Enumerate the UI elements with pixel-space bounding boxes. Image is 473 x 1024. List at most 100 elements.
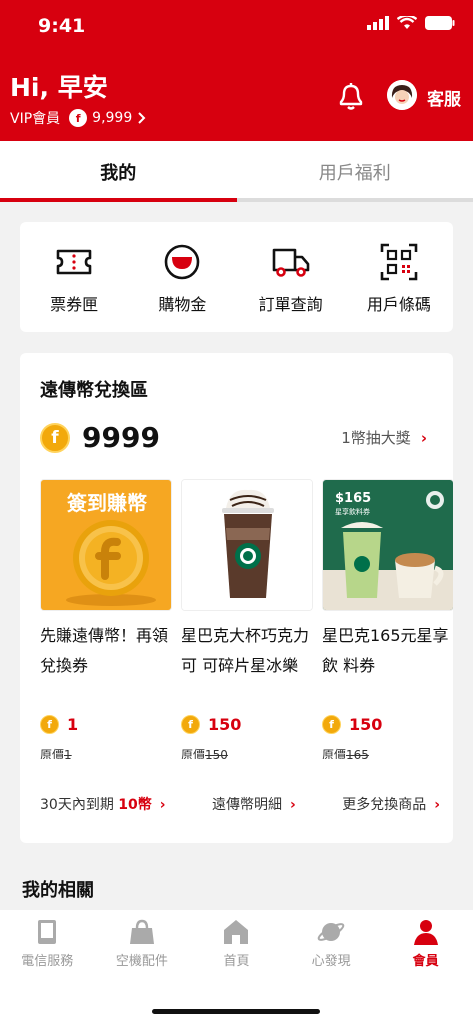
- quick-action-barcode[interactable]: 用戶條碼: [345, 222, 453, 332]
- coin-details-label: 遠傳幣明細: [211, 797, 282, 813]
- lottery-link[interactable]: 1幣抽大獎 ›: [341, 427, 427, 448]
- avatar[interactable]: [387, 80, 417, 110]
- chevron-right-icon: ›: [434, 797, 440, 813]
- original-price-label: 原價: [40, 748, 65, 759]
- original-price-value: 1: [64, 748, 72, 759]
- original-price: 原價1: [40, 746, 172, 759]
- truck-icon: [272, 248, 309, 277]
- tab-mine[interactable]: 我的: [0, 141, 237, 202]
- tab-user-benefits[interactable]: 用戶福利: [237, 141, 473, 202]
- vip-coin-link[interactable]: VIP會員 f 9,999: [10, 108, 146, 128]
- status-icons: [367, 16, 455, 30]
- nav-label: 電信服務: [21, 954, 74, 969]
- qr-code-icon: [380, 243, 418, 281]
- nav-discover[interactable]: 心發現: [284, 910, 379, 980]
- product-image: [181, 479, 313, 611]
- product-card[interactable]: 星巴克大杯巧克力可 可碎片星冰樂 f 150 原價150: [181, 479, 313, 759]
- voucher-caption: 星享飲料券: [335, 507, 370, 516]
- product-image: 簽到賺幣: [40, 479, 172, 611]
- more-products-link[interactable]: 更多兌換商品 ›: [342, 794, 440, 814]
- original-price-label: 原價: [181, 748, 206, 759]
- wifi-icon: [397, 16, 417, 29]
- voucher-price-tag: $165: [335, 491, 371, 506]
- product-name: 星巴克165元星享飲 料券: [322, 626, 449, 675]
- planet-icon: [317, 923, 345, 941]
- price-value: 1: [67, 715, 79, 734]
- price-value: 150: [208, 715, 242, 734]
- nav-label: 空機配件: [115, 954, 168, 969]
- nav-devices-accessories[interactable]: 空機配件: [95, 910, 190, 980]
- quick-action-label: 訂單查詢: [258, 295, 323, 314]
- active-tab-indicator: [0, 198, 237, 202]
- signal-icon: [367, 16, 389, 30]
- battery-icon: [425, 16, 455, 30]
- exchange-title: 遠傳幣兌換區: [40, 380, 148, 401]
- exchange-links: 30天內到期 10幣 › 遠傳幣明細 › 更多兌換商品 ›: [40, 794, 440, 814]
- quick-actions-card: 票券匣 購物金 訂單查詢 用戶條碼: [20, 222, 453, 332]
- shopping-credit-icon: [165, 244, 200, 280]
- coin-promo-image: 簽到賺幣: [41, 480, 171, 610]
- price-value: 150: [349, 715, 383, 734]
- coin-icon: f: [40, 715, 59, 734]
- service-button[interactable]: 客服: [427, 85, 461, 110]
- bottom-nav: 電信服務 空機配件 首頁 心發現 會員: [0, 910, 473, 1024]
- exchange-balance-value: 9999: [82, 421, 160, 454]
- frappuccino-image: [182, 480, 312, 610]
- product-card[interactable]: 簽到賺幣 先賺遠傳幣！再領兌換券 f 1 原價1: [40, 479, 172, 759]
- tab-bar: 我的 用戶福利: [0, 141, 473, 202]
- expiring-coins-link[interactable]: 30天內到期 10幣 ›: [40, 794, 166, 814]
- nav-label: 心發現: [311, 954, 351, 969]
- original-price-value: 165: [346, 748, 369, 759]
- header: 9:41 Hi, 早安 VIP會員 f 9,999 客服: [0, 0, 473, 141]
- chevron-right-icon: [138, 112, 146, 124]
- related-section-title: 我的相關: [22, 880, 94, 901]
- original-price: 原價150: [181, 746, 313, 759]
- quick-action-label: 購物金: [158, 295, 207, 314]
- coin-details-link[interactable]: 遠傳幣明細 ›: [212, 794, 296, 814]
- coin-balance: 9,999: [92, 110, 133, 126]
- coin-exchange-card: 遠傳幣兌換區 f 9999 1幣抽大獎 › 簽到賺幣 先賺遠傳幣！再領兌換券 f…: [20, 353, 453, 843]
- product-name: 先賺遠傳幣！再領兌換券: [40, 626, 169, 675]
- status-time: 9:41: [38, 15, 86, 37]
- product-price: f 1: [40, 715, 172, 734]
- quick-action-label: 用戶條碼: [366, 295, 431, 314]
- vip-label: VIP會員: [10, 111, 61, 127]
- avatar-face-icon: [387, 80, 417, 110]
- quick-action-label: 票券匣: [50, 295, 99, 314]
- greeting: Hi, 早安: [10, 73, 108, 102]
- product-card[interactable]: $165 星享飲料券 星巴克165元星享飲 料券 f 150 原價165: [322, 479, 453, 759]
- expiring-count: 10幣: [118, 797, 152, 813]
- shopping-bag-icon: [129, 919, 154, 944]
- product-price: f 150: [322, 715, 453, 734]
- nav-member[interactable]: 會員: [378, 910, 473, 980]
- drink-voucher-image: $165 星享飲料券: [323, 480, 453, 610]
- bell-icon[interactable]: [335, 80, 367, 112]
- product-image: $165 星享飲料券: [322, 479, 453, 611]
- nav-label: 首頁: [223, 954, 250, 969]
- chevron-right-icon: ›: [420, 429, 427, 447]
- product-name: 星巴克大杯巧克力可 可碎片星冰樂: [181, 626, 310, 675]
- coin-icon: f: [181, 715, 200, 734]
- product-carousel[interactable]: 簽到賺幣 先賺遠傳幣！再領兌換券 f 1 原價1 星巴克大杯巧克力可 可碎片星冰…: [40, 479, 453, 759]
- quick-action-orders[interactable]: 訂單查詢: [237, 222, 345, 332]
- lottery-label: 1幣抽大獎: [341, 429, 411, 447]
- nav-telecom-services[interactable]: 電信服務: [0, 910, 95, 980]
- expiring-label: 30天內到期: [40, 797, 114, 813]
- original-price-label: 原價: [322, 748, 347, 759]
- phone-icon: [38, 920, 57, 944]
- nav-label: 會員: [412, 954, 439, 969]
- home-indicator: [152, 1009, 320, 1014]
- quick-action-tickets[interactable]: 票券匣: [20, 222, 128, 332]
- quick-action-shopping-credit[interactable]: 購物金: [128, 222, 236, 332]
- original-price-value: 150: [205, 748, 228, 759]
- coin-icon: f: [322, 715, 341, 734]
- product-price: f 150: [181, 715, 313, 734]
- nav-home[interactable]: 首頁: [189, 910, 284, 980]
- more-products-label: 更多兌換商品: [342, 797, 427, 813]
- chevron-right-icon: ›: [289, 797, 296, 813]
- chevron-right-icon: ›: [159, 797, 166, 813]
- promo-banner-text: 簽到賺幣: [67, 491, 147, 515]
- home-icon: [224, 920, 249, 944]
- member-icon: [413, 920, 438, 945]
- ticket-icon: [56, 249, 92, 275]
